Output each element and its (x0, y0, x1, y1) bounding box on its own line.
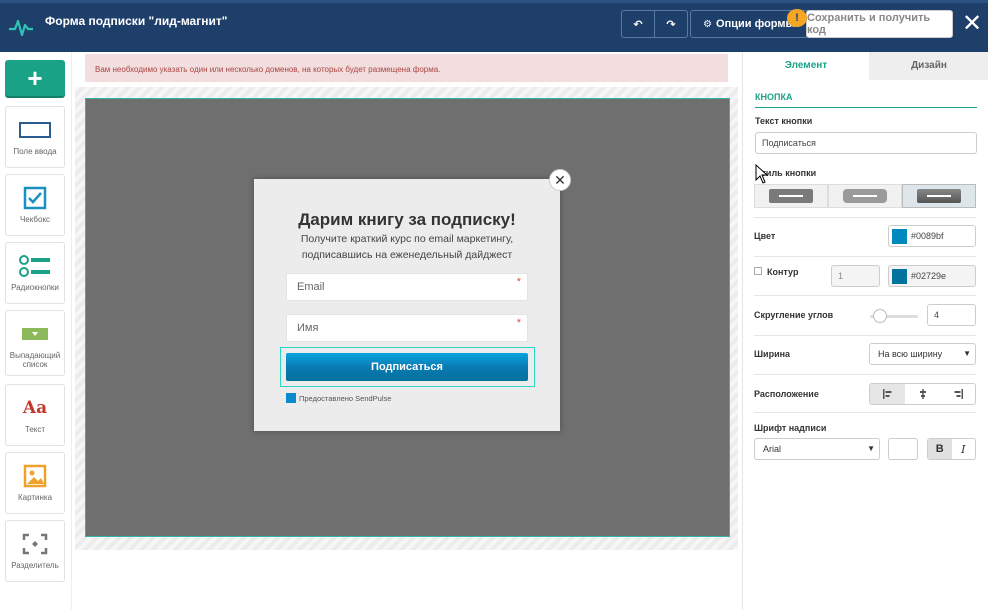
tool-dropdown[interactable]: Выпадающий список (5, 310, 65, 376)
redo-icon: ↷ (666, 18, 676, 31)
button-style-rounded[interactable] (828, 184, 902, 208)
tab-element[interactable]: Элемент (743, 52, 869, 80)
style-preview (769, 189, 813, 203)
color-picker[interactable]: #0089bf (888, 225, 976, 247)
font-value: Arial (763, 444, 782, 454)
mouse-cursor-icon (755, 164, 769, 184)
add-element-button[interactable]: + (5, 60, 65, 96)
warning-icon[interactable]: ! (787, 9, 807, 27)
pulse-logo-icon (9, 19, 33, 37)
outline-color-swatch (892, 268, 907, 284)
button-style-flat[interactable] (754, 184, 828, 208)
elements-sidebar: + Поле ввода Чекбокс Радиокнопки Выпадаю… (0, 52, 72, 610)
radius-label: Скругление углов (754, 310, 834, 320)
powered-by-label: Предоставлено SendPulse (299, 393, 392, 403)
email-field[interactable]: Email * (286, 273, 528, 301)
font-select[interactable]: Arial ▼ (754, 438, 880, 460)
divider (754, 295, 976, 296)
bold-button[interactable]: B (928, 439, 952, 459)
tool-label: Выпадающий список (9, 351, 61, 369)
style-preview (917, 189, 961, 203)
divider (754, 256, 976, 257)
style-preview (843, 189, 887, 203)
tool-label: Поле ввода (13, 147, 57, 156)
position-label: Расположение (754, 389, 819, 399)
name-field[interactable]: Имя * (286, 314, 528, 342)
outline-width-input[interactable]: 1 (831, 265, 880, 287)
tool-label: Картинка (17, 493, 53, 502)
required-mark: * (516, 276, 521, 288)
tool-checkbox[interactable]: Чекбокс (5, 174, 65, 236)
divider (754, 412, 976, 413)
divider (754, 335, 976, 336)
outline-checkbox[interactable] (754, 267, 762, 275)
outline-color-picker[interactable]: #02729e (888, 265, 976, 287)
button-style-gradient[interactable] (902, 184, 976, 208)
radius-slider-handle[interactable] (873, 309, 887, 323)
domain-alert: Вам необходимо указать один или нескольк… (85, 54, 728, 82)
email-placeholder: Email (297, 281, 325, 293)
text-icon: Aa (22, 398, 48, 418)
align-right-icon[interactable] (940, 384, 975, 404)
section-title: КНОПКА (755, 92, 977, 108)
required-mark: * (516, 317, 521, 329)
properties-panel: Элемент Дизайн КНОПКА Текст кнопки Подпи… (742, 52, 988, 610)
chevron-down-icon: ▼ (867, 444, 875, 453)
sendpulse-icon (286, 393, 296, 403)
width-select[interactable]: На всю ширину ▼ (869, 343, 976, 365)
tool-image[interactable]: Картинка (5, 452, 65, 514)
align-left-icon[interactable] (870, 384, 905, 404)
align-center-icon[interactable] (905, 384, 940, 404)
redo-button[interactable]: ↷ (654, 10, 688, 38)
dropdown-icon (21, 321, 49, 347)
tool-label: Радиокнопки (11, 283, 59, 292)
width-label: Ширина (754, 349, 791, 359)
tool-input-field[interactable]: Поле ввода (5, 106, 65, 168)
outline-color-value: #02729e (911, 271, 947, 281)
form-options-label: Опции формы (716, 18, 795, 30)
close-icon[interactable]: ✕ (960, 10, 984, 38)
popup-title[interactable]: Дарим книгу за подписку! (254, 210, 560, 230)
color-label: Цвет (754, 231, 776, 241)
image-icon (23, 463, 47, 489)
button-text-label: Текст кнопки (755, 116, 813, 126)
color-swatch (892, 228, 907, 244)
checkbox-icon (23, 185, 47, 211)
subscribe-button[interactable]: Подписаться (286, 353, 528, 381)
width-value: На всю ширину (878, 349, 943, 359)
divider (754, 374, 976, 375)
tool-radio-buttons[interactable]: Радиокнопки (5, 242, 65, 304)
tool-label: Текст (24, 425, 46, 434)
divider-icon (22, 531, 48, 557)
undo-icon: ↶ (633, 18, 643, 31)
radius-input[interactable]: 4 (927, 304, 976, 326)
popup-subtitle[interactable]: Получите краткий курс по email маркетинг… (254, 231, 560, 263)
popup-subtitle-line: подписавшись на еженедельный дайджест (301, 249, 513, 261)
page-title: Форма подписки "лид-магнит" (45, 14, 228, 28)
divider (754, 217, 976, 218)
radio-buttons-icon (19, 253, 51, 279)
save-and-get-code-button[interactable]: Сохранить и получить код (806, 10, 953, 38)
outline-label: Контур (767, 267, 799, 277)
input-field-icon (19, 117, 51, 143)
tab-design[interactable]: Дизайн (869, 52, 988, 80)
popup-close-icon[interactable]: ✕ (549, 169, 571, 191)
tool-divider[interactable]: Разделитель (5, 520, 65, 582)
italic-button[interactable]: I (952, 439, 976, 459)
popup-subtitle-line: Получите краткий курс по email маркетинг… (300, 233, 514, 245)
font-style-toggle: B I (927, 438, 976, 460)
font-color-picker[interactable] (888, 438, 918, 460)
gear-icon: ⚙ (703, 18, 713, 30)
chevron-down-icon: ▼ (963, 349, 971, 358)
position-toggle (869, 383, 976, 405)
tool-label: Чекбокс (19, 215, 51, 224)
color-value: #0089bf (911, 231, 944, 241)
font-label: Шрифт надписи (754, 423, 827, 433)
tool-text[interactable]: Aa Текст (5, 384, 65, 446)
button-text-input[interactable]: Подписаться (755, 132, 977, 154)
powered-by[interactable]: Предоставлено SendPulse (286, 393, 391, 403)
name-placeholder: Имя (297, 322, 319, 334)
tool-label: Разделитель (11, 561, 59, 570)
undo-button[interactable]: ↶ (621, 10, 655, 38)
